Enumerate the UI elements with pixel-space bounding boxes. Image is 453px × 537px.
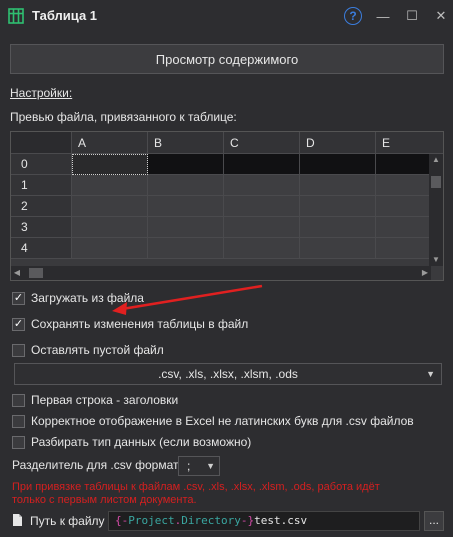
path-brace-close: -} xyxy=(240,514,255,527)
checkbox-unchecked-icon[interactable] xyxy=(12,414,25,428)
grid-cell[interactable] xyxy=(224,217,300,238)
checkbox-label: Загружать из файла xyxy=(31,291,144,305)
grid-cell[interactable] xyxy=(72,175,148,196)
grid-cell[interactable] xyxy=(224,238,300,259)
checkbox-label: Сохранять изменения таблицы в файл xyxy=(31,317,249,331)
column-header[interactable]: B xyxy=(148,132,224,154)
checkbox-unchecked-icon[interactable] xyxy=(12,393,25,407)
scroll-thumb[interactable] xyxy=(29,268,43,278)
horizontal-scrollbar[interactable]: ◀ ▶ xyxy=(11,266,431,280)
checkbox-label: Оставлять пустой файл xyxy=(31,343,164,357)
row-header[interactable]: 4 xyxy=(11,238,72,259)
grid-cell[interactable] xyxy=(300,196,376,217)
view-content-button[interactable]: Просмотр содержимого xyxy=(10,44,444,74)
row-header[interactable]: 0 xyxy=(11,154,72,175)
grid-cell[interactable] xyxy=(148,154,224,175)
column-header[interactable]: E xyxy=(376,132,443,154)
scroll-left-icon[interactable]: ◀ xyxy=(11,266,23,280)
first-row-header-checkbox[interactable]: Первая строка - заголовки xyxy=(12,393,178,407)
grid-cell[interactable] xyxy=(72,238,148,259)
vertical-scrollbar[interactable]: ▲ ▼ xyxy=(429,154,443,266)
grid-cell[interactable] xyxy=(148,175,224,196)
load-from-file-checkbox[interactable]: ✓ Загружать из файла xyxy=(12,291,144,305)
checkbox-label: Разбирать тип данных (если возможно) xyxy=(31,435,252,449)
scroll-right-icon[interactable]: ▶ xyxy=(419,266,431,280)
close-button[interactable]: ✕ xyxy=(431,6,451,26)
file-icon xyxy=(13,514,22,526)
separator-label: Разделитель для .csv формата xyxy=(12,458,186,472)
help-icon[interactable]: ? xyxy=(344,7,362,25)
row-header[interactable]: 2 xyxy=(11,196,72,217)
row-header[interactable]: 1 xyxy=(11,175,72,196)
select-value: .csv, .xls, .xlsx, .xlsm, .ods xyxy=(158,367,298,381)
scroll-thumb[interactable] xyxy=(431,176,441,188)
parse-types-checkbox[interactable]: Разбирать тип данных (если возможно) xyxy=(12,435,251,449)
chevron-down-icon: ▼ xyxy=(426,369,435,379)
grid-cell[interactable] xyxy=(300,238,376,259)
grid-cell[interactable] xyxy=(148,196,224,217)
window-title: Таблица 1 xyxy=(32,8,98,23)
settings-label: Настройки: xyxy=(10,86,73,100)
maximize-button[interactable]: ☐ xyxy=(402,6,422,26)
grid-corner xyxy=(11,132,72,154)
path-label: Путь к файлу xyxy=(30,514,105,528)
grid-cell[interactable] xyxy=(224,175,300,196)
scroll-up-icon[interactable]: ▲ xyxy=(429,154,443,166)
minimize-button[interactable]: — xyxy=(373,6,393,26)
title-bar: Таблица 1 ? — ☐ ✕ xyxy=(0,0,453,32)
column-header[interactable]: D xyxy=(300,132,376,154)
grid-cell[interactable] xyxy=(148,217,224,238)
checkbox-unchecked-icon[interactable] xyxy=(12,343,25,357)
path-filename: test.csv xyxy=(254,514,308,527)
grid-cell[interactable] xyxy=(224,196,300,217)
column-header[interactable]: C xyxy=(224,132,300,154)
checkbox-checked-icon[interactable]: ✓ xyxy=(12,317,25,331)
checkbox-unchecked-icon[interactable] xyxy=(12,435,25,449)
path-brace-open: {- xyxy=(115,514,129,527)
path-input[interactable]: {-Project.Directory-}test.csv xyxy=(108,511,420,531)
preview-label: Превью файла, привязанного к таблице: xyxy=(10,110,237,124)
path-directory: Directory xyxy=(181,514,241,527)
keep-empty-file-checkbox[interactable]: Оставлять пустой файл xyxy=(12,343,164,357)
table-icon xyxy=(8,8,24,24)
excel-display-checkbox[interactable]: Корректное отображение в Excel не латинс… xyxy=(12,414,414,428)
path-project: Project xyxy=(128,514,175,527)
save-changes-checkbox[interactable]: ✓ Сохранять изменения таблицы в файл xyxy=(12,317,248,331)
scroll-down-icon[interactable]: ▼ xyxy=(429,254,443,266)
chevron-down-icon: ▼ xyxy=(206,461,215,471)
grid-cell[interactable] xyxy=(300,217,376,238)
checkbox-label: Первая строка - заголовки xyxy=(31,393,179,407)
column-header[interactable]: A xyxy=(72,132,148,154)
grid-cell[interactable] xyxy=(148,238,224,259)
grid-cell[interactable] xyxy=(224,154,300,175)
checkbox-label: Корректное отображение в Excel не латинс… xyxy=(31,414,414,428)
checkbox-checked-icon[interactable]: ✓ xyxy=(12,291,25,305)
grid-cell-selected[interactable] xyxy=(72,154,148,175)
warning-text: При привязке таблицы к файлам .csv, .xls… xyxy=(12,481,380,506)
preview-grid[interactable]: A B C D E 0 1 2 3 4 ▲ ▼ ◀ ▶ xyxy=(10,131,444,281)
file-format-select[interactable]: .csv, .xls, .xlsx, .xlsm, .ods ▼ xyxy=(14,363,442,385)
separator-select[interactable]: ; ▼ xyxy=(178,456,220,476)
grid-cell[interactable] xyxy=(300,175,376,196)
row-header[interactable]: 3 xyxy=(11,217,72,238)
browse-button[interactable]: ... xyxy=(424,511,444,531)
grid-cell[interactable] xyxy=(300,154,376,175)
grid-cell[interactable] xyxy=(72,217,148,238)
grid-cell[interactable] xyxy=(72,196,148,217)
select-value: ; xyxy=(187,459,191,473)
